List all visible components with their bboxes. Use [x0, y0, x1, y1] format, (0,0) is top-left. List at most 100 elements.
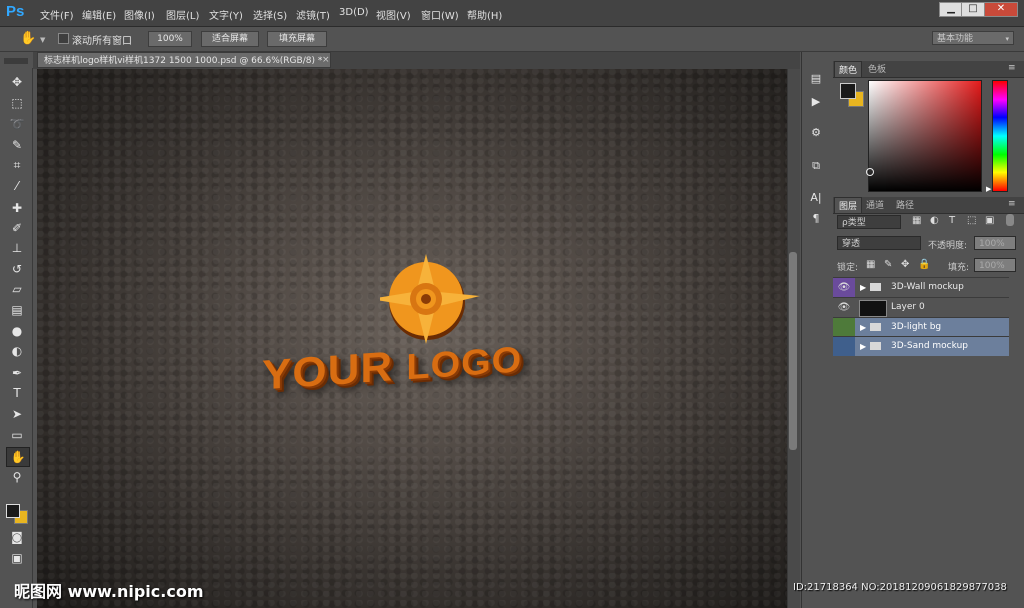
dodge-icon[interactable]: ◐ — [6, 342, 28, 360]
filter-pixel-icon[interactable]: ▦ — [912, 215, 921, 226]
eraser-icon[interactable]: ▱ — [6, 280, 28, 298]
character-panel-icon[interactable]: A| — [806, 189, 826, 207]
minimize-button[interactable]: ▁ — [939, 2, 963, 17]
eyedropper-icon[interactable]: ⁄ — [6, 177, 28, 195]
watermark-id: ID:21718364 NO:20181209061829877038 — [793, 582, 1007, 593]
menu-layer[interactable]: 图层(L) — [166, 7, 199, 22]
layers-panel-menu-icon[interactable]: ≡ — [1008, 199, 1016, 209]
tab-paths[interactable]: 路径 — [892, 197, 918, 212]
menu-view[interactable]: 视图(V) — [376, 7, 411, 22]
fill-screen-button[interactable]: 填充屏幕 — [267, 31, 327, 47]
color-picker-field[interactable] — [868, 80, 982, 192]
maximize-button[interactable]: □ — [961, 2, 985, 17]
screen-mode-icon[interactable]: ▣ — [6, 549, 28, 567]
layer-row-layer-0[interactable]: 👁 Layer 0 — [833, 297, 1009, 317]
visibility-toggle[interactable] — [833, 337, 855, 356]
folder-icon — [870, 283, 881, 291]
history-panel-icon[interactable]: ▤ — [806, 70, 826, 88]
layer-row-3d-wall-mockup[interactable]: 👁 ▶ 3D-Wall mockup — [833, 277, 1009, 297]
gradient-icon[interactable]: ▤ — [6, 301, 28, 319]
menu-image[interactable]: 图像(I) — [124, 7, 155, 22]
fill-input[interactable]: 100% — [974, 258, 1016, 272]
menu-filter[interactable]: 滤镜(T) — [296, 7, 330, 22]
blend-mode-select[interactable]: 穿透 — [837, 236, 921, 250]
filter-type-icon[interactable]: T — [949, 215, 955, 226]
scrollbar-thumb[interactable] — [789, 252, 797, 450]
layer-filter-select[interactable]: ρ类型 — [837, 215, 901, 229]
tab-layers[interactable]: 图层 — [834, 197, 863, 213]
tab-close-icon[interactable]: × — [322, 52, 330, 68]
tool-preset-dropdown-icon[interactable]: ▼ — [40, 36, 45, 44]
lock-position-icon[interactable]: ✥ — [901, 259, 909, 270]
menu-help[interactable]: 帮助(H) — [467, 7, 502, 22]
lock-all-icon[interactable]: 🔒 — [918, 259, 930, 270]
move-icon[interactable]: ✥ — [6, 73, 28, 91]
actions-play-icon[interactable]: ▶ — [806, 93, 826, 111]
tools-panel-grip[interactable] — [4, 58, 28, 64]
stamp-icon[interactable]: ⊥ — [6, 239, 28, 257]
menu-3d[interactable]: 3D(D) — [339, 7, 369, 18]
hand-tool-icon[interactable]: ✋ — [6, 447, 30, 467]
lock-image-icon[interactable]: ✎ — [884, 259, 892, 270]
brush-icon[interactable]: ✐ — [6, 219, 28, 237]
crop-icon[interactable]: ⌗ — [6, 156, 28, 174]
workspace-label: 基本功能 — [937, 34, 974, 44]
visibility-eye-icon[interactable]: 👁 — [833, 278, 855, 297]
menu-edit[interactable]: 编辑(E) — [82, 7, 116, 22]
document-tab[interactable]: 标志样机logo样机vi样机1372 1500 1000.psd @ 66.6%… — [37, 52, 331, 68]
properties-panel-icon[interactable]: ⚙ — [806, 124, 826, 142]
expand-arrow-icon[interactable]: ▶ — [860, 337, 866, 356]
visibility-toggle[interactable] — [833, 318, 855, 337]
folder-icon — [870, 323, 881, 331]
menu-type[interactable]: 文字(Y) — [209, 7, 243, 22]
hue-slider[interactable] — [992, 80, 1008, 192]
zoom-icon[interactable]: ⚲ — [6, 468, 28, 486]
hand-icon[interactable]: ✋ — [20, 31, 36, 46]
panel-menu-icon[interactable]: ≡ — [1008, 63, 1016, 73]
type-icon[interactable]: T — [6, 384, 28, 402]
opacity-input[interactable]: 100% — [974, 236, 1016, 250]
menu-window[interactable]: 窗口(W) — [421, 7, 459, 22]
layer-filter-label: ρ类型 — [842, 218, 866, 228]
healing-icon[interactable]: ✚ — [6, 199, 28, 217]
history-brush-icon[interactable]: ↺ — [6, 260, 28, 278]
paragraph-panel-icon[interactable]: ¶ — [806, 210, 826, 228]
logo-text-your: YOUR — [262, 343, 394, 399]
lasso-icon[interactable]: ➰ — [6, 115, 28, 133]
workspace-select[interactable]: 基本功能 ▾ — [932, 31, 1014, 45]
layer-row-3d-light-bg[interactable]: ▶ 3D-light bg — [833, 317, 1009, 337]
adjustments-panel-icon[interactable]: ⧉ — [806, 157, 826, 175]
quick-select-icon[interactable]: ✎ — [6, 136, 28, 154]
panel-foreground-swatch[interactable] — [840, 83, 856, 99]
expand-arrow-icon[interactable]: ▶ — [860, 318, 866, 337]
blur-icon[interactable]: ● — [6, 322, 28, 340]
layer-thumbnail — [859, 300, 887, 317]
quick-mask-icon[interactable]: ◙ — [6, 528, 28, 546]
close-window-button[interactable]: ✕ — [984, 2, 1018, 17]
pen-icon[interactable]: ✒ — [6, 364, 28, 382]
expand-arrow-icon[interactable]: ▶ — [860, 278, 866, 297]
hue-slider-handle[interactable]: ▶ — [986, 185, 991, 193]
filter-smart-object-icon[interactable]: ▣ — [985, 215, 994, 226]
scroll-all-checkbox[interactable] — [58, 33, 69, 44]
zoom-100-button[interactable]: 100% — [148, 31, 192, 47]
color-picker-cursor[interactable] — [866, 168, 874, 176]
logo-emblem — [370, 252, 480, 350]
scroll-all-label: 滚动所有窗口 — [72, 36, 132, 47]
shape-icon[interactable]: ▭ — [6, 426, 28, 444]
layer-row-3d-sand-mockup[interactable]: ▶ 3D-Sand mockup — [833, 336, 1009, 356]
path-select-icon[interactable]: ➤ — [6, 405, 28, 423]
visibility-eye-icon[interactable]: 👁 — [833, 298, 855, 317]
menu-file[interactable]: 文件(F) — [40, 7, 74, 22]
filter-shape-icon[interactable]: ⬚ — [967, 215, 976, 226]
tab-color[interactable]: 颜色 — [834, 61, 863, 77]
marquee-icon[interactable]: ⬚ — [6, 94, 28, 112]
menu-select[interactable]: 选择(S) — [253, 7, 287, 22]
foreground-color-swatch[interactable] — [6, 504, 20, 518]
tab-swatches[interactable]: 色板 — [864, 61, 890, 76]
filter-adjustment-icon[interactable]: ◐ — [930, 215, 939, 226]
filter-toggle[interactable] — [1006, 214, 1014, 226]
fit-screen-button[interactable]: 适合屏幕 — [201, 31, 259, 47]
tab-channels[interactable]: 通道 — [862, 197, 888, 212]
lock-transparent-icon[interactable]: ▦ — [866, 259, 875, 270]
